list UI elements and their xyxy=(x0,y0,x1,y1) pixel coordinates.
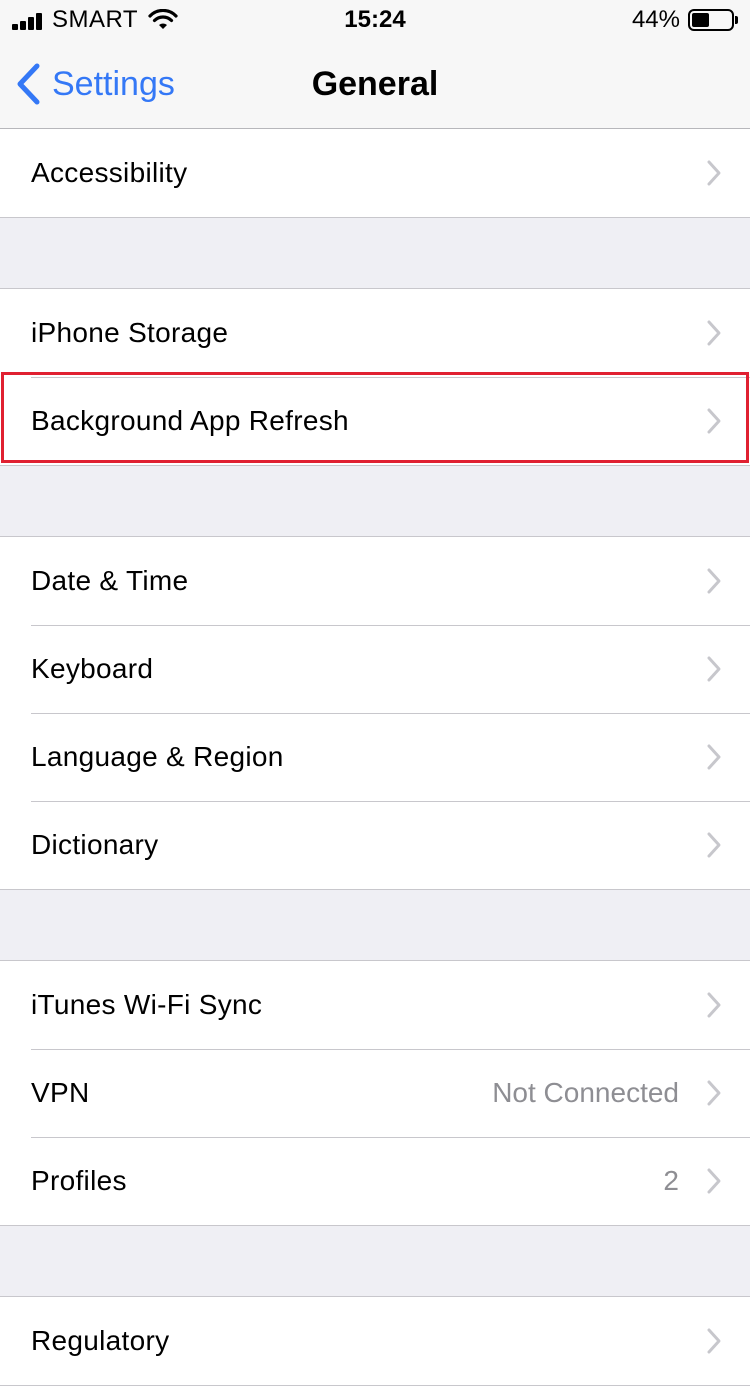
settings-row-keyboard[interactable]: Keyboard xyxy=(0,625,750,713)
settings-group: Date & Time Keyboard Language & Region D… xyxy=(0,536,750,890)
settings-row-itunes-wifi-sync[interactable]: iTunes Wi-Fi Sync xyxy=(0,961,750,1049)
row-label: iPhone Storage xyxy=(31,317,229,348)
chevron-right-icon xyxy=(707,160,721,186)
battery-percentage: 44% xyxy=(631,6,680,33)
battery-nub xyxy=(735,16,738,24)
settings-row-date-time[interactable]: Date & Time xyxy=(0,537,750,625)
battery-icon xyxy=(688,9,738,31)
row-label: VPN xyxy=(31,1077,90,1108)
row-label: Accessibility xyxy=(31,157,188,188)
settings-group: Accessibility xyxy=(0,129,750,218)
row-label: Profiles xyxy=(31,1165,127,1196)
settings-row-profiles[interactable]: Profiles 2 xyxy=(0,1137,750,1225)
row-label: Background App Refresh xyxy=(31,405,349,436)
settings-row-vpn[interactable]: VPN Not Connected xyxy=(0,1049,750,1137)
navigation-bar: Settings General xyxy=(0,40,750,129)
row-label: Date & Time xyxy=(31,565,189,596)
profiles-count: 2 xyxy=(663,1165,679,1196)
chevron-right-icon xyxy=(707,992,721,1018)
page-title: General xyxy=(311,65,439,103)
vpn-status-value: Not Connected xyxy=(492,1077,679,1108)
settings-group: Regulatory xyxy=(0,1296,750,1386)
settings-row-background-app-refresh[interactable]: Background App Refresh xyxy=(0,377,750,465)
chevron-right-icon xyxy=(707,1168,721,1194)
settings-row-iphone-storage[interactable]: iPhone Storage xyxy=(0,289,750,377)
chevron-right-icon xyxy=(707,1080,721,1106)
chevron-right-icon xyxy=(707,1328,721,1354)
row-label: Dictionary xyxy=(31,829,159,860)
chevron-right-icon xyxy=(707,832,721,858)
status-bar: SMART 15:24 44% xyxy=(0,0,750,40)
settings-row-accessibility[interactable]: Accessibility xyxy=(0,129,750,217)
status-right: 44% xyxy=(631,6,738,34)
settings-list: Accessibility iPhone Storage Background … xyxy=(0,129,750,1386)
settings-group: iTunes Wi-Fi Sync VPN Not Connected Prof… xyxy=(0,960,750,1226)
chevron-right-icon xyxy=(707,320,721,346)
chevron-right-icon xyxy=(707,408,721,434)
chevron-right-icon xyxy=(707,744,721,770)
settings-group: iPhone Storage Background App Refresh xyxy=(0,288,750,466)
row-label: Regulatory xyxy=(31,1325,170,1356)
settings-row-language-region[interactable]: Language & Region xyxy=(0,713,750,801)
row-label: Language & Region xyxy=(31,741,284,772)
row-label: Keyboard xyxy=(31,653,154,684)
battery-level-fill xyxy=(692,13,709,27)
row-label: iTunes Wi-Fi Sync xyxy=(31,989,263,1020)
chevron-right-icon xyxy=(707,568,721,594)
settings-row-regulatory[interactable]: Regulatory xyxy=(0,1297,750,1385)
chevron-right-icon xyxy=(707,656,721,682)
settings-row-dictionary[interactable]: Dictionary xyxy=(0,801,750,889)
